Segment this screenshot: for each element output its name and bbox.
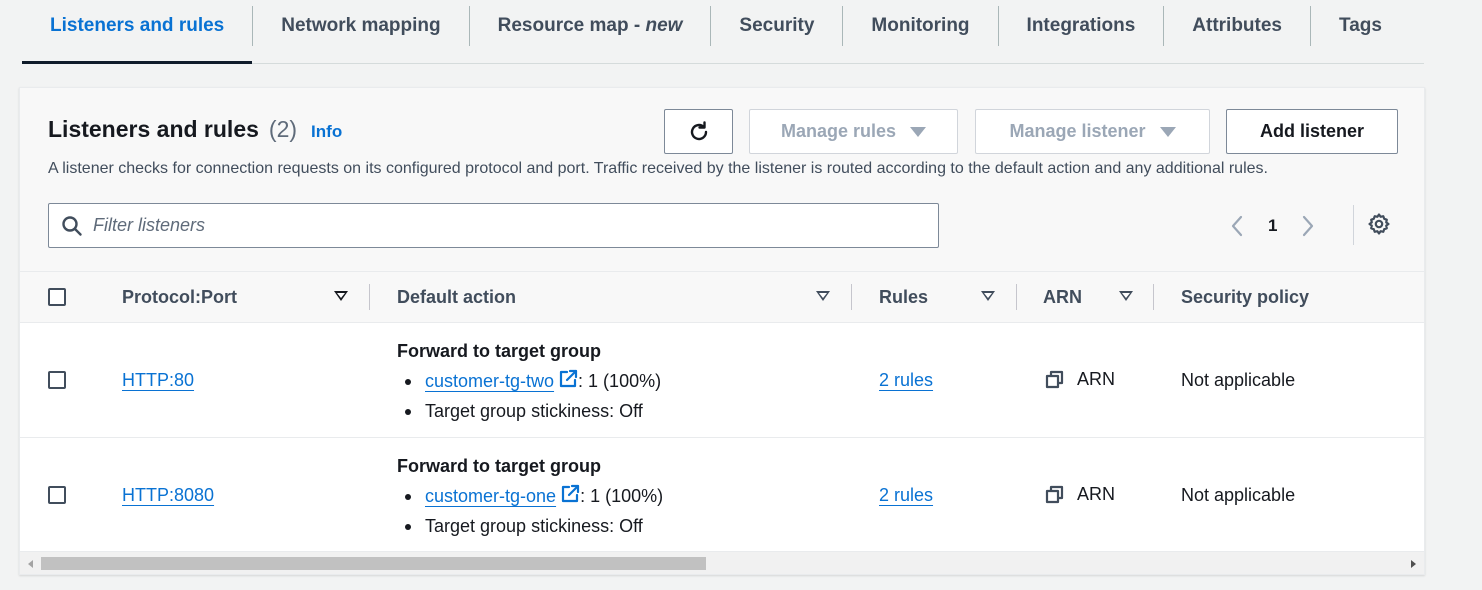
tab-label: Listeners and rules [50,15,225,36]
default-action-cell: Forward to target group customer-tg-one:… [397,455,663,541]
page-title: Listeners and rules [48,116,259,142]
action-title: Forward to target group [397,456,601,476]
tab-label: Network mapping [281,15,441,36]
action-title: Forward to target group [397,341,601,361]
tab-attributes[interactable]: Attributes [1164,0,1310,52]
filter-listeners-search [48,203,939,248]
chevron-right-icon[interactable] [1301,215,1315,237]
tab-label: Monitoring [871,15,970,36]
scroll-left-icon[interactable] [28,560,33,568]
action-details: customer-tg-two : 1 (100%) Target group s… [397,366,661,426]
tab-bar: Listeners and rules Network mapping Reso… [22,0,1424,64]
security-policy-cell: Not applicable [1181,485,1296,505]
protocol-port-link[interactable]: HTTP:80 [122,370,194,391]
column-divider[interactable] [1153,284,1154,310]
arn-cell: ARN [1045,484,1115,505]
chevron-left-icon[interactable] [1230,215,1244,237]
external-link-icon[interactable] [558,369,578,389]
table-header: Protocol:Port Default action Rules ARN S… [20,271,1424,323]
listener-count: (2) [268,116,298,142]
column-header-rules[interactable]: Rules [879,272,928,322]
list-item: Target group stickiness: Off [397,396,661,426]
info-link[interactable]: Info [311,122,342,142]
manage-listener-button[interactable]: Manage listener [975,109,1210,154]
copy-icon[interactable] [1045,370,1065,390]
sort-icon[interactable] [1119,291,1133,301]
target-group-link[interactable]: customer-tg-two [425,371,554,391]
caret-down-icon [1159,126,1176,137]
column-divider[interactable] [369,284,370,310]
list-item: customer-tg-two : 1 (100%) [397,366,661,396]
scrollbar-thumb[interactable] [41,557,706,570]
search-icon [62,215,82,236]
column-header-security-policy[interactable]: Security policy [1181,272,1309,322]
action-details: customer-tg-one : 1 (100%) Target group s… [397,481,663,541]
tab-listeners-and-rules[interactable]: Listeners and rules [22,0,253,64]
tab-monitoring[interactable]: Monitoring [843,0,997,52]
tab-label: Integrations [1026,15,1136,36]
list-item: customer-tg-one : 1 (100%) [397,481,663,511]
gear-icon[interactable] [1367,212,1391,236]
column-divider[interactable] [1016,284,1017,310]
arn-label: ARN [1077,484,1116,504]
table-row: HTTP:8080 Forward to target group custom… [20,438,1424,553]
column-header-default-action[interactable]: Default action [397,272,516,322]
sort-icon[interactable] [981,291,995,301]
table-row: HTTP:80 Forward to target group customer… [20,323,1424,438]
tab-label: Security [739,15,815,36]
column-divider[interactable] [851,284,852,310]
row-checkbox[interactable] [48,486,66,504]
manage-rules-button[interactable]: Manage rules [749,109,958,154]
caret-down-icon [910,126,927,137]
search-input[interactable] [93,215,913,236]
protocol-port-link[interactable]: HTTP:8080 [122,485,214,506]
tab-resource-map[interactable]: Resource map - new [470,0,711,52]
select-all-checkbox[interactable] [48,288,66,306]
scroll-right-icon[interactable] [1411,560,1416,568]
horizontal-scrollbar[interactable] [20,551,1424,574]
refresh-button[interactable] [664,109,733,154]
panel-title-row: Listeners and rules (2) Info [48,116,342,143]
target-weight: : 1 (100%) [578,371,662,391]
row-checkbox[interactable] [48,371,66,389]
copy-icon[interactable] [1045,485,1065,505]
column-header-protocol-port[interactable]: Protocol:Port [122,272,237,322]
default-action-cell: Forward to target group customer-tg-two:… [397,340,661,426]
tab-network-mapping[interactable]: Network mapping [253,0,468,52]
manage-listener-label: Manage listener [1009,121,1146,141]
arn-label: ARN [1077,369,1116,389]
external-link-icon[interactable] [560,484,580,504]
tab-tags[interactable]: Tags [1311,0,1410,52]
sort-icon[interactable] [334,291,348,301]
column-header-arn[interactable]: ARN [1043,272,1082,322]
panel-header: Listeners and rules (2) Info A listener … [20,88,1424,271]
tab-integrations[interactable]: Integrations [999,0,1164,52]
rules-link[interactable]: 2 rules [879,370,933,391]
refresh-icon [690,120,707,140]
tab-label: Attributes [1192,15,1283,36]
sort-icon[interactable] [816,291,830,301]
tab-label: Tags [1339,15,1382,36]
page-number[interactable]: 1 [1268,216,1277,236]
rules-link[interactable]: 2 rules [879,485,933,506]
tab-security[interactable]: Security [711,0,842,52]
add-listener-button[interactable]: Add listener [1226,109,1398,154]
panel-description: A listener checks for connection request… [48,160,1268,177]
pagination: 1 [1230,206,1315,246]
listeners-panel: Listeners and rules (2) Info A listener … [19,87,1425,575]
add-listener-label: Add listener [1259,121,1365,141]
security-policy-cell: Not applicable [1181,370,1296,390]
tab-label: Resource map - [497,15,646,36]
pagination-divider [1353,205,1354,245]
tab-new-badge: new [645,15,683,36]
target-weight: : 1 (100%) [580,486,664,506]
list-item: Target group stickiness: Off [397,511,663,541]
target-group-link[interactable]: customer-tg-one [425,486,556,506]
arn-cell: ARN [1045,369,1115,390]
manage-rules-label: Manage rules [780,121,897,141]
